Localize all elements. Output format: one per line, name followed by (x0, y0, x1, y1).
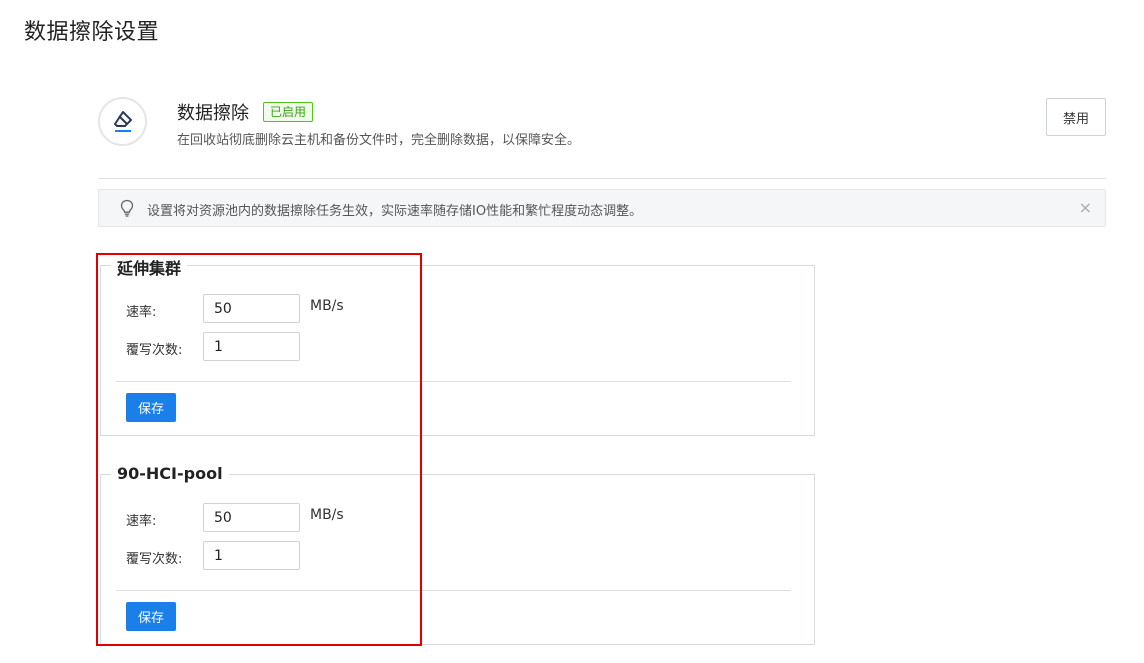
page-title: 数据擦除设置 (24, 20, 160, 45)
overwrite-count-label: 覆写次数: (126, 343, 183, 358)
cluster-title: 延伸集群 (111, 255, 188, 279)
overwrite-count-input[interactable] (203, 332, 300, 361)
overwrite-count-label: 覆写次数: (126, 552, 183, 567)
status-badge: 已启用 (263, 102, 314, 122)
rate-input[interactable] (203, 503, 300, 532)
rate-label: 速率: (126, 514, 157, 529)
panel-divider (116, 381, 791, 382)
page: 数据擦除设置 数据擦除 已启用 在回收站彻底删除云主机和备份文件时，完全删除数据… (0, 0, 1144, 663)
lightbulb-icon (119, 199, 135, 217)
notice-bar: 设置将对资源池内的数据擦除任务生效，实际速率随存储IO性能和繁忙程度动态调整。 … (98, 189, 1106, 227)
eraser-icon (98, 97, 147, 146)
close-icon[interactable]: × (1079, 198, 1092, 218)
rate-unit: MB/s (310, 507, 344, 523)
cluster-panel-stretched: 延伸集群 速率: MB/s 覆写次数: 保存 (100, 255, 815, 436)
rate-unit: MB/s (310, 298, 344, 314)
rate-label: 速率: (126, 305, 157, 320)
notice-text: 设置将对资源池内的数据擦除任务生效，实际速率随存储IO性能和繁忙程度动态调整。 (147, 204, 643, 219)
header-divider (98, 178, 1106, 179)
cluster-title: 90-HCI-pool (111, 464, 229, 483)
save-button[interactable]: 保存 (126, 393, 176, 422)
disable-button[interactable]: 禁用 (1046, 98, 1106, 136)
cluster-panel-90-hci-pool: 90-HCI-pool 速率: MB/s 覆写次数: 保存 (100, 464, 815, 645)
rate-input[interactable] (203, 294, 300, 323)
feature-description: 在回收站彻底删除云主机和备份文件时，完全删除数据，以保障安全。 (177, 133, 581, 148)
save-button[interactable]: 保存 (126, 602, 176, 631)
panel-divider (116, 590, 791, 591)
overwrite-count-input[interactable] (203, 541, 300, 570)
feature-name: 数据擦除 (177, 103, 249, 124)
